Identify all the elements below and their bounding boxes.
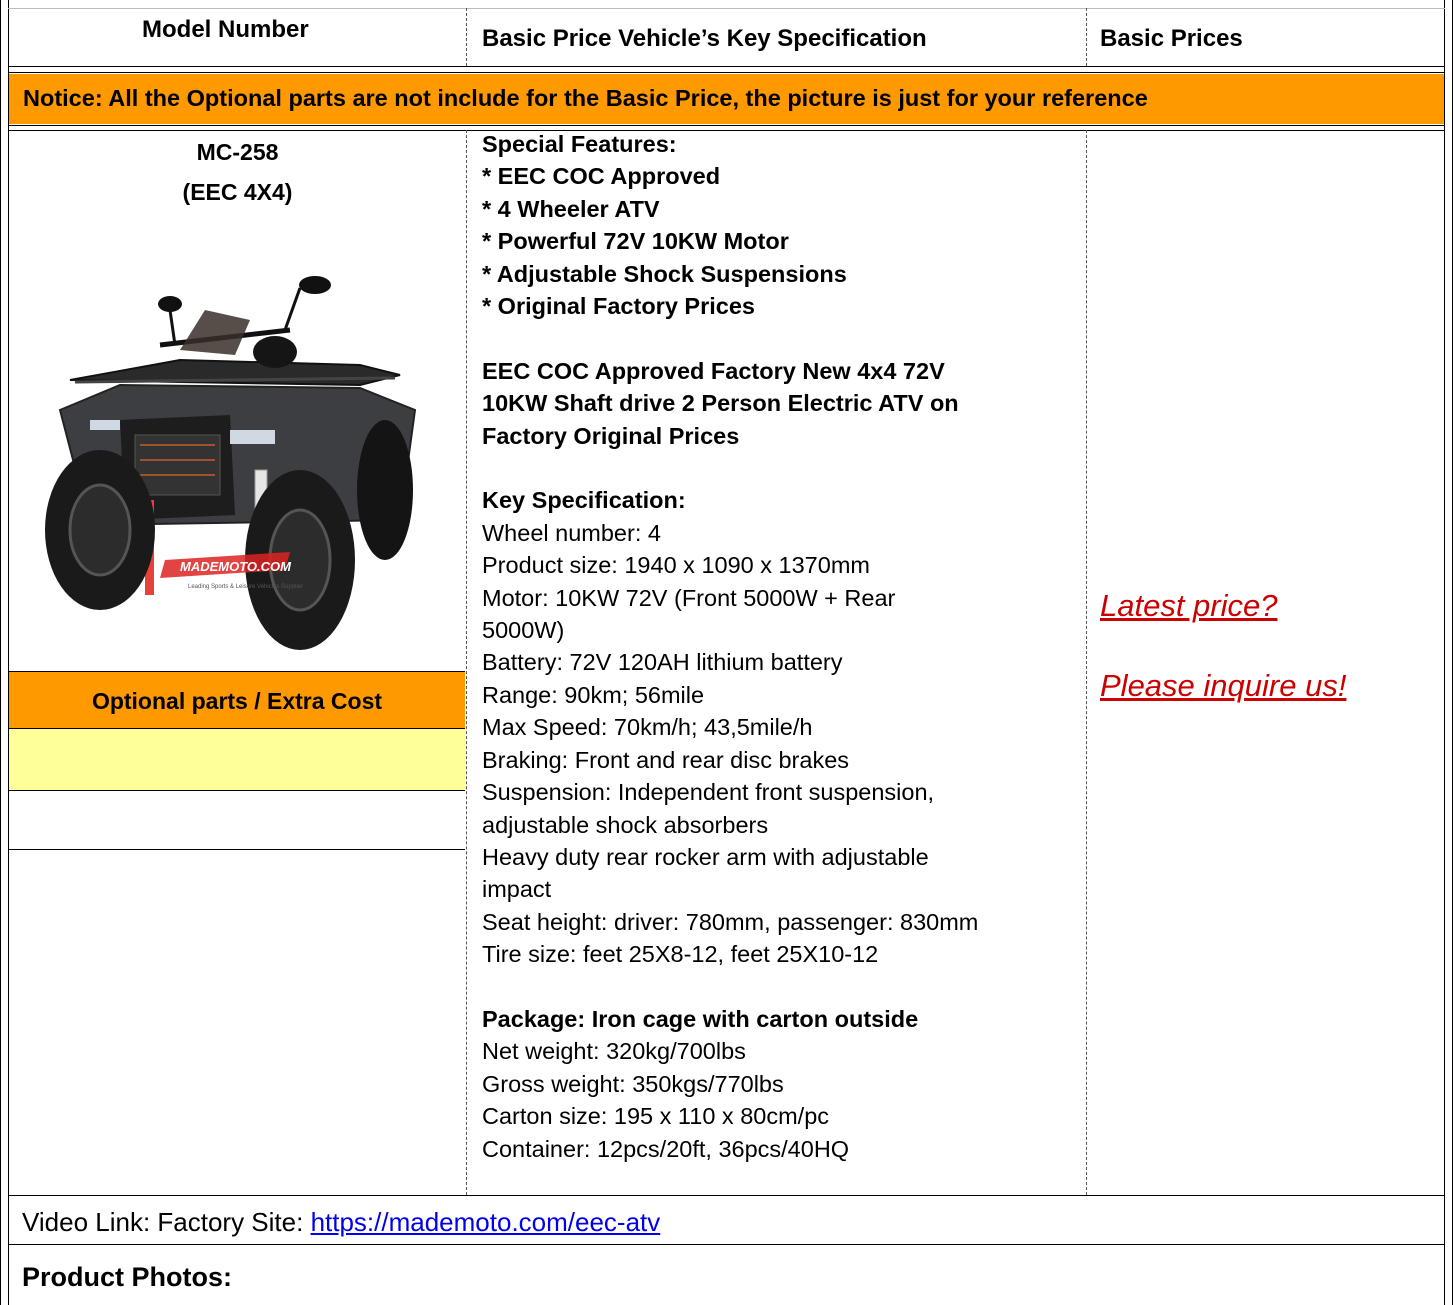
feature-item: * 4 Wheeler ATV <box>482 195 660 222</box>
factory-site-link[interactable]: https://mademoto.com/eec-atv <box>311 1207 661 1237</box>
feature-item: * Adjustable Shock Suspensions <box>482 260 847 287</box>
spec-sheet-table: Model Number Basic Price Vehicle’s Key S… <box>0 0 1453 1305</box>
feature-item: * Original Factory Prices <box>482 293 755 320</box>
header-divider-2 <box>1086 8 1087 66</box>
key-spec-line: adjustable shock absorbers <box>482 811 769 838</box>
package-line: Net weight: 320kg/700lbs <box>482 1038 746 1065</box>
notice-banner: Notice: All the Optional parts are not i… <box>9 74 1444 124</box>
package-title: Package: Iron cage with carton outside <box>482 1005 919 1032</box>
optional-parts-row-2 <box>9 791 465 850</box>
body-divider-1 <box>466 130 467 1195</box>
body-bottom-rule <box>8 1195 1445 1196</box>
border-left-outer <box>0 0 1 1305</box>
feature-item: * Powerful 72V 10KW Motor <box>482 228 789 255</box>
headline-line: 10KW Shaft drive 2 Person Electric ATV o… <box>482 390 959 417</box>
key-spec-line: Motor: 10KW 72V (Front 5000W + Rear <box>482 584 896 611</box>
top-rule <box>8 8 1445 9</box>
header-rule-1 <box>8 66 1445 67</box>
optional-parts-row-1 <box>9 729 465 791</box>
video-link-label: Video Link: Factory Site: <box>22 1207 311 1237</box>
key-spec-line: Product size: 1940 x 1090 x 1370mm <box>482 552 870 579</box>
key-spec-line: Heavy duty rear rocker arm with adjustab… <box>482 843 929 870</box>
feature-item: * EEC COC Approved <box>482 163 721 190</box>
key-spec-line: 5000W) <box>482 617 565 644</box>
key-spec-line: Range: 90km; 56mile <box>482 681 705 708</box>
video-bottom-rule <box>8 1244 1445 1245</box>
body-divider-2 <box>1086 130 1087 1195</box>
package-line: Carton size: 195 x 110 x 80cm/pc <box>482 1103 830 1130</box>
video-link-row: Video Link: Factory Site: https://mademo… <box>22 1207 660 1238</box>
key-spec-line: Battery: 72V 120AH lithium battery <box>482 649 843 676</box>
key-spec-line: Braking: Front and rear disc brakes <box>482 746 850 773</box>
product-photos-heading: Product Photos: <box>22 1262 232 1292</box>
key-spec-line: impact <box>482 876 552 903</box>
header-divider-1 <box>466 8 467 66</box>
header-key-specification: Basic Price Vehicle’s Key Specification <box>482 25 927 52</box>
atv-product-image: MADEMOTO.COM Leading Sports & Leisure Ve… <box>45 276 417 650</box>
inquire-link[interactable]: Please inquire us! <box>1100 668 1346 704</box>
key-spec-line: Suspension: Independent front suspension… <box>482 779 935 806</box>
header-model-number: Model Number <box>142 16 309 43</box>
model-variant: (EEC 4X4) <box>182 179 293 205</box>
model-number: MC-258 <box>196 139 279 165</box>
header-basic-prices: Basic Prices <box>1100 25 1243 52</box>
headline-line: Factory Original Prices <box>482 422 740 449</box>
watermark-text: MADEMOTO.COM <box>180 559 292 574</box>
border-left-inner <box>8 0 9 1305</box>
border-right-inner <box>1444 0 1445 1305</box>
latest-price-link[interactable]: Latest price? <box>1100 588 1278 624</box>
optional-parts-title: Optional parts / Extra Cost <box>91 688 383 714</box>
key-spec-line: Tire size: feet 25X8-12, feet 25X10-12 <box>482 941 879 968</box>
key-spec-line: Wheel number: 4 <box>482 519 661 546</box>
key-spec-line: Max Speed: 70km/h; 43,5mile/h <box>482 714 813 741</box>
key-specification-title: Key Specification: <box>482 487 686 514</box>
package-line: Container: 12pcs/20ft, 36pcs/40HQ <box>482 1135 850 1162</box>
headline-line: EEC COC Approved Factory New 4x4 72V <box>482 357 945 384</box>
watermark-subtext: Leading Sports & Leisure Vehicles Suppli… <box>188 584 303 590</box>
header-rule-2 <box>8 72 1445 73</box>
specification-block: Special Features: * EEC COC Approved * 4… <box>482 128 1082 1165</box>
key-spec-line: Seat height: driver: 780mm, passenger: 8… <box>482 908 979 935</box>
optional-parts-header: Optional parts / Extra Cost <box>9 671 465 729</box>
package-line: Gross weight: 350kgs/770lbs <box>482 1070 784 1097</box>
notice-text: Notice: All the Optional parts are not i… <box>23 85 1148 111</box>
notice-rule-1 <box>8 125 1445 126</box>
special-features-title: Special Features: <box>482 131 677 157</box>
